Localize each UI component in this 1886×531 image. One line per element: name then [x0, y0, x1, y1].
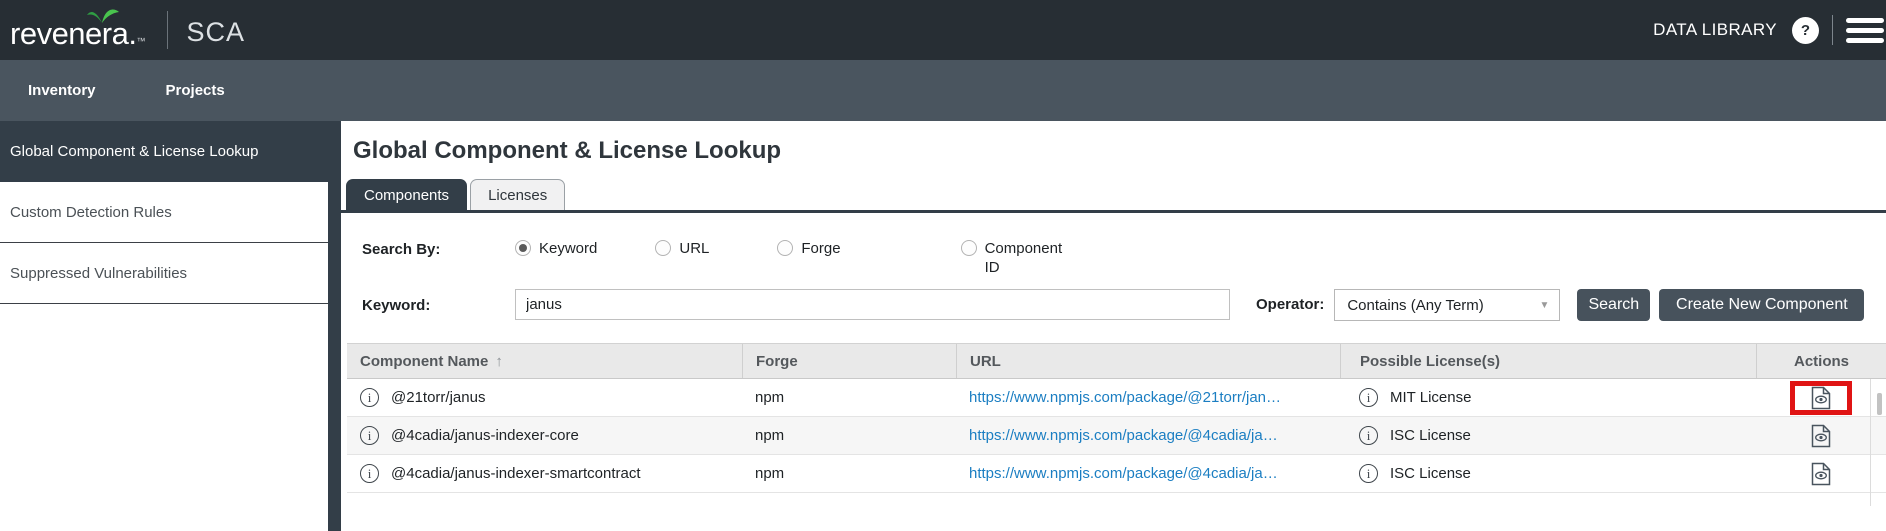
- sidebar-edge: [328, 121, 341, 531]
- product-name: SCA: [186, 13, 245, 48]
- component-name: @4cadia/janus-indexer-core: [391, 427, 579, 444]
- page-title: Global Component & License Lookup: [353, 137, 1886, 165]
- radio-component-id-circle[interactable]: [961, 240, 977, 256]
- sidebar: Global Component & License Lookup Custom…: [0, 121, 341, 531]
- info-icon[interactable]: i: [360, 388, 379, 407]
- app-header: revenera.™ SCA DATA LIBRARY ?: [0, 0, 1886, 60]
- radio-url-circle[interactable]: [655, 240, 671, 256]
- column-header-forge[interactable]: Forge: [742, 344, 956, 378]
- help-icon[interactable]: ?: [1792, 17, 1819, 44]
- view-detail-button[interactable]: [1811, 386, 1831, 410]
- search-button[interactable]: Search: [1577, 289, 1650, 321]
- forge-value: npm: [755, 389, 784, 406]
- document-eye-icon: [1811, 424, 1831, 448]
- main-panel: Global Component & License Lookup Compon…: [341, 121, 1886, 531]
- component-name: @4cadia/janus-indexer-smartcontract: [391, 465, 641, 482]
- document-eye-icon: [1811, 462, 1831, 486]
- radio-forge-circle[interactable]: [777, 240, 793, 256]
- nav-item-inventory[interactable]: Inventory: [28, 82, 96, 99]
- component-url-link[interactable]: https://www.npmjs.com/package/@4cadia/ja…: [969, 465, 1278, 482]
- forge-value: npm: [755, 465, 784, 482]
- column-header-component-name[interactable]: Component Name ↑: [347, 344, 742, 378]
- search-by-row: Search By: Keyword URL Forge: [362, 239, 1886, 277]
- view-detail-button[interactable]: [1811, 462, 1831, 486]
- view-detail-button[interactable]: [1811, 424, 1831, 448]
- search-by-label: Search By:: [362, 239, 515, 258]
- table-row: i @4cadia/janus-indexer-core npm https:/…: [347, 417, 1886, 455]
- results-table: Component Name ↑ Forge URL Possible Lice…: [347, 343, 1886, 506]
- sidebar-item-global-lookup[interactable]: Global Component & License Lookup: [0, 121, 341, 182]
- operator-selected-value: Contains (Any Term): [1347, 297, 1483, 314]
- tab-licenses[interactable]: Licenses: [470, 179, 565, 210]
- radio-keyword-circle[interactable]: [515, 240, 531, 256]
- scrollbar-track: [1870, 379, 1886, 506]
- info-icon[interactable]: i: [360, 426, 379, 445]
- header-divider: [1832, 15, 1833, 45]
- data-library-link[interactable]: DATA LIBRARY: [1653, 20, 1777, 40]
- keyword-label: Keyword:: [362, 289, 515, 314]
- revenera-logo: revenera.™: [10, 8, 145, 52]
- radio-keyword[interactable]: Keyword: [515, 239, 597, 258]
- document-eye-icon: [1811, 386, 1831, 410]
- component-name: @21torr/janus: [391, 389, 485, 406]
- hamburger-menu-icon[interactable]: [1846, 13, 1886, 48]
- info-icon[interactable]: i: [360, 464, 379, 483]
- license-name: ISC License: [1390, 465, 1471, 482]
- chevron-down-icon: ▼: [1539, 300, 1549, 311]
- search-by-radio-group: Keyword URL Forge Component ID: [515, 239, 1075, 277]
- create-new-component-button[interactable]: Create New Component: [1659, 289, 1864, 321]
- brand-logo[interactable]: revenera.™ SCA: [10, 8, 245, 52]
- sidebar-item-custom-detection-rules[interactable]: Custom Detection Rules: [0, 182, 341, 243]
- leaf-icon: [86, 9, 122, 24]
- sort-ascending-icon: ↑: [495, 353, 503, 370]
- tab-strip: Components Licenses: [341, 179, 1886, 213]
- trademark: ™: [136, 36, 145, 46]
- info-icon[interactable]: i: [1359, 426, 1378, 445]
- component-url-link[interactable]: https://www.npmjs.com/package/@21torr/ja…: [969, 389, 1281, 406]
- operator-label: Operator:: [1256, 289, 1324, 313]
- tab-components[interactable]: Components: [346, 179, 467, 210]
- column-header-actions: Actions: [1756, 344, 1886, 378]
- brand-divider: [167, 11, 168, 49]
- primary-nav: Inventory Projects: [0, 60, 1886, 121]
- table-row: i @21torr/janus npm https://www.npmjs.co…: [347, 379, 1886, 417]
- radio-component-id[interactable]: Component ID: [961, 239, 1075, 277]
- header-actions: DATA LIBRARY ?: [1653, 13, 1886, 48]
- table-row: i @4cadia/janus-indexer-smartcontract np…: [347, 455, 1886, 493]
- sidebar-item-suppressed-vulnerabilities[interactable]: Suppressed Vulnerabilities: [0, 243, 341, 304]
- column-header-url[interactable]: URL: [956, 344, 1340, 378]
- keyword-row: Keyword: Operator: Contains (Any Term) ▼…: [362, 289, 1886, 321]
- operator-select[interactable]: Contains (Any Term) ▼: [1334, 289, 1560, 321]
- column-header-possible-licenses[interactable]: Possible License(s): [1340, 344, 1756, 378]
- search-form: Search By: Keyword URL Forge: [341, 213, 1886, 321]
- forge-value: npm: [755, 427, 784, 444]
- nav-item-projects[interactable]: Projects: [166, 82, 225, 99]
- highlight-annotation: [1790, 381, 1852, 415]
- license-name: ISC License: [1390, 427, 1471, 444]
- table-header-row: Component Name ↑ Forge URL Possible Lice…: [347, 343, 1886, 379]
- radio-url[interactable]: URL: [655, 239, 709, 258]
- info-icon[interactable]: i: [1359, 388, 1378, 407]
- scrollbar-thumb[interactable]: [1877, 393, 1882, 415]
- radio-forge[interactable]: Forge: [777, 239, 840, 258]
- info-icon[interactable]: i: [1359, 464, 1378, 483]
- component-url-link[interactable]: https://www.npmjs.com/package/@4cadia/ja…: [969, 427, 1278, 444]
- license-name: MIT License: [1390, 389, 1471, 406]
- keyword-input[interactable]: [515, 289, 1230, 320]
